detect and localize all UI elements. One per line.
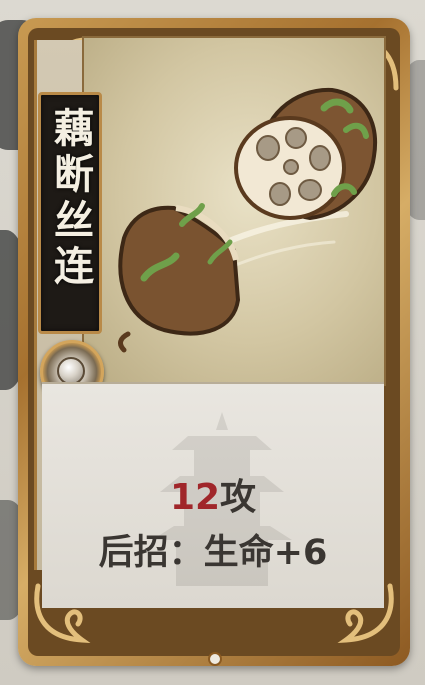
card-art [82, 36, 386, 386]
card-name-banner: 藕断丝连 [38, 92, 102, 334]
card-description-panel: 12攻 后招：生命+6 [42, 382, 384, 608]
attack-line: 12攻 [42, 468, 384, 520]
attack-value: 12 [169, 477, 221, 518]
follow-up-line: 后招：生命+6 [42, 524, 384, 575]
follow-up-label: 后招： [98, 533, 204, 573]
pearl-gem-core [57, 357, 85, 385]
card-bottom-dot [208, 652, 222, 666]
attack-unit: 攻 [220, 477, 257, 518]
game-stage: 藕断丝连 12攻 后招：生命+6 [0, 0, 425, 685]
card-name: 藕断丝连 [47, 107, 93, 291]
follow-up-effect: 生命+6 [203, 533, 328, 573]
lotus-root-icon [118, 87, 378, 353]
